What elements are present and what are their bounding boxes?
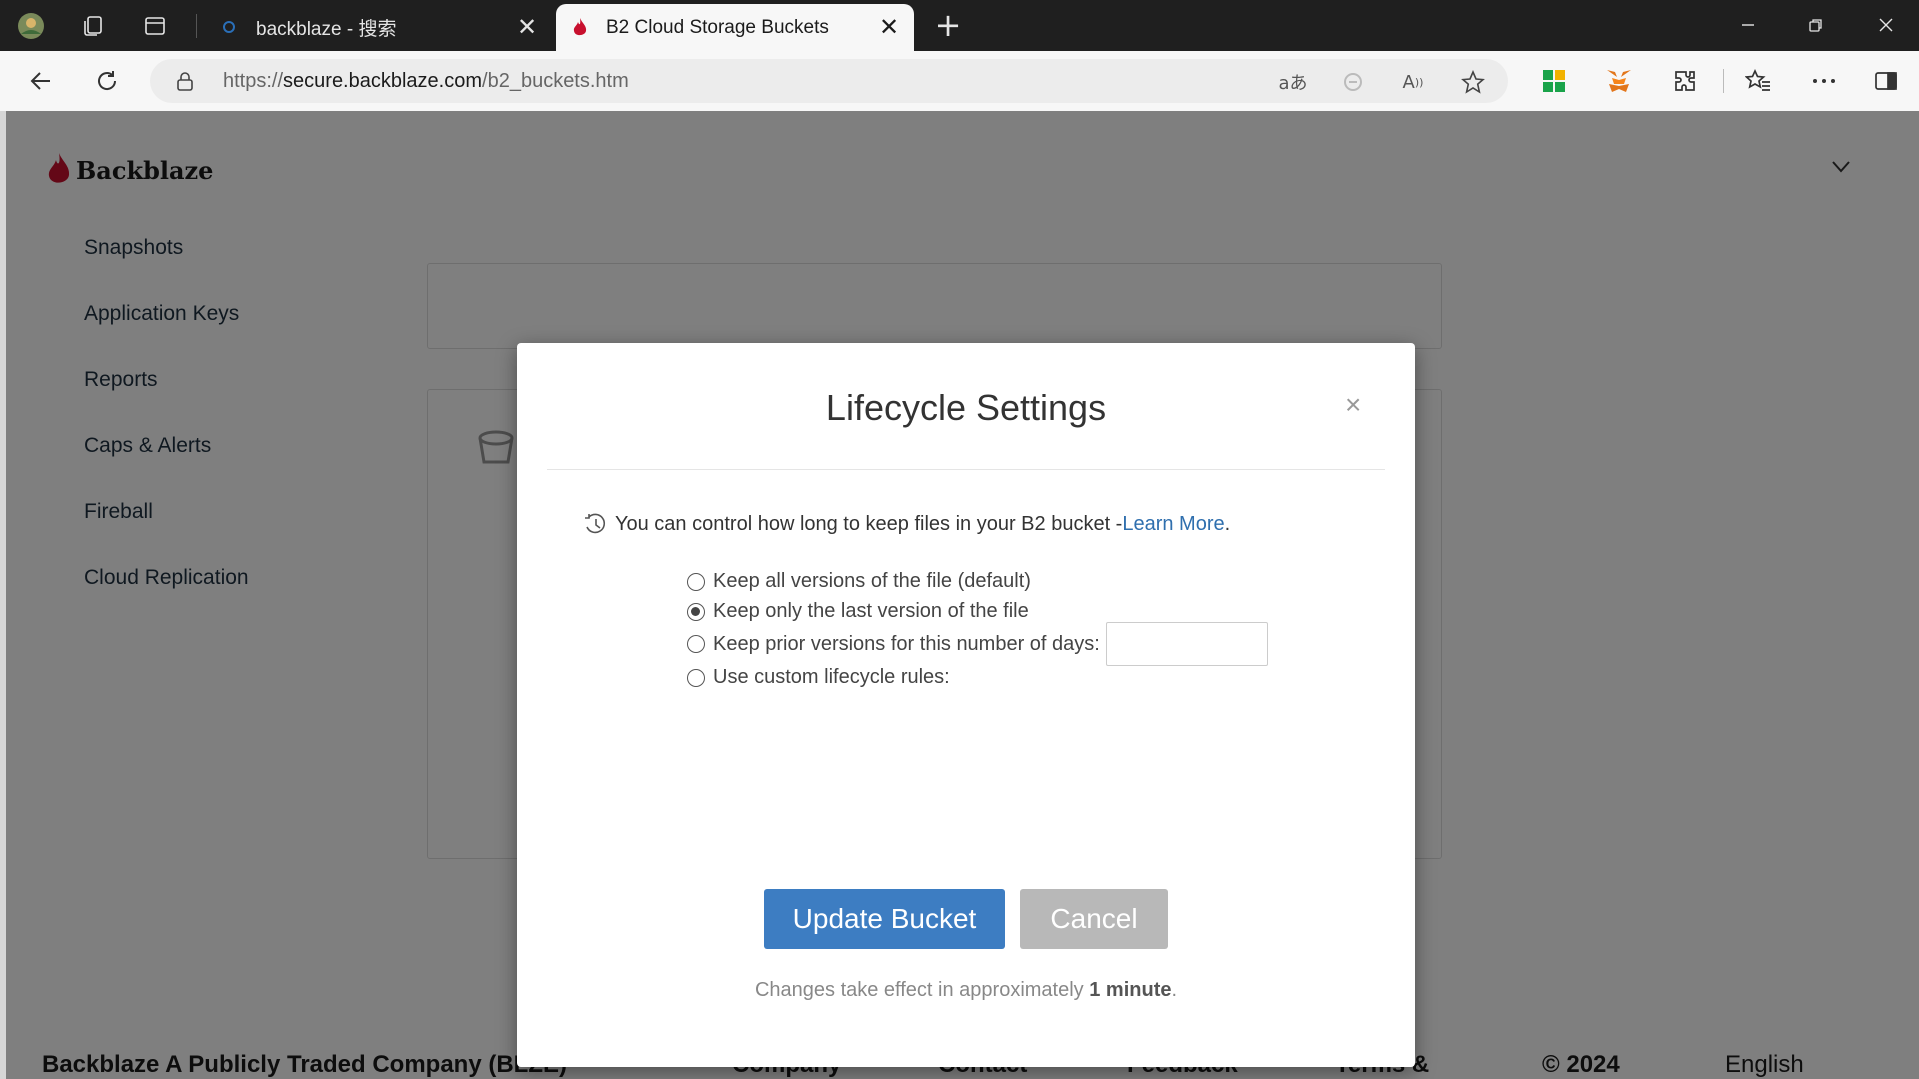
note-suffix: . xyxy=(1171,979,1178,1001)
metamask-fox-icon[interactable] xyxy=(1603,65,1635,97)
favorite-star-icon[interactable] xyxy=(1458,68,1488,96)
option-label: Use custom lifecycle rules: xyxy=(713,666,950,688)
restore-icon[interactable] xyxy=(1796,8,1836,42)
url-host: secure.backblaze.com xyxy=(283,70,483,92)
lifecycle-intro: You can control how long to keep files i… xyxy=(583,511,1230,537)
tab-backblaze-search[interactable]: backblaze - 搜索 ✕ xyxy=(206,4,552,51)
read-aloud-icon[interactable]: A)) xyxy=(1398,68,1428,96)
profile-avatar-icon[interactable] xyxy=(16,11,46,41)
close-window-icon[interactable] xyxy=(1866,8,1906,42)
refresh-icon[interactable] xyxy=(88,62,126,100)
tab-title: B2 Cloud Storage Buckets xyxy=(606,16,829,38)
option-custom-lifecycle-rules[interactable]: Use custom lifecycle rules: xyxy=(687,666,950,689)
extensions-icon[interactable] xyxy=(1669,65,1701,97)
note-duration: 1 minute xyxy=(1089,979,1172,1001)
url-scheme: https:// xyxy=(223,70,284,92)
new-tab-icon[interactable]: + xyxy=(932,9,964,42)
option-label: Keep all versions of the file (default) xyxy=(713,570,1031,592)
address-bar[interactable]: https://secure.backblaze.com/b2_buckets.… xyxy=(150,59,1508,103)
more-icon[interactable] xyxy=(1808,65,1840,97)
page-content: Backblaze Snapshots Application Keys Rep… xyxy=(6,111,1919,1079)
option-keep-last-version[interactable]: Keep only the last version of the file xyxy=(687,600,1029,623)
lifecycle-settings-dialog: Lifecycle Settings × You can control how… xyxy=(517,343,1415,1067)
option-label: Keep only the last version of the file xyxy=(713,600,1029,622)
cancel-button[interactable]: Cancel xyxy=(1020,889,1168,949)
tab-divider xyxy=(196,14,197,38)
toolbar-divider xyxy=(1723,69,1724,93)
option-label: Keep prior versions for this number of d… xyxy=(713,632,1100,655)
radio-custom-lifecycle-rules[interactable] xyxy=(687,668,705,687)
modal-title: Lifecycle Settings xyxy=(825,387,1107,428)
option-keep-all-versions[interactable]: Keep all versions of the file (default) xyxy=(687,570,1031,593)
url-path: /b2_buckets.htm xyxy=(482,70,629,92)
back-icon[interactable] xyxy=(22,62,60,100)
radio-keep-last-version[interactable] xyxy=(687,602,705,621)
browser-toolbar: https://secure.backblaze.com/b2_buckets.… xyxy=(0,51,1919,111)
tab-title: backblaze - 搜索 xyxy=(256,19,397,40)
close-tab-icon[interactable]: ✕ xyxy=(874,13,904,43)
history-clock-icon xyxy=(585,513,606,534)
translate-icon[interactable]: aあ xyxy=(1278,68,1308,96)
intro-suffix: . xyxy=(1224,512,1231,535)
url-text[interactable]: https://secure.backblaze.com/b2_buckets.… xyxy=(223,70,629,93)
modal-divider xyxy=(547,469,1385,470)
effect-note: Changes take effect in approximately 1 m… xyxy=(517,979,1415,1002)
learn-more-link[interactable]: Learn More xyxy=(1122,513,1224,536)
radio-keep-prior-versions-days[interactable] xyxy=(687,635,705,653)
intro-text: You can control how long to keep files i… xyxy=(615,512,1123,535)
days-input[interactable] xyxy=(1105,622,1268,666)
extension-grid-icon[interactable] xyxy=(1538,65,1570,97)
tab-b2-cloud-storage-buckets[interactable]: B2 Cloud Storage Buckets ✕ xyxy=(556,4,914,51)
browser-tab-bar: backblaze - 搜索 ✕ B2 Cloud Storage Bucket… xyxy=(0,0,1919,51)
tab-actions-icon[interactable] xyxy=(140,11,170,41)
collections-icon[interactable] xyxy=(78,11,108,41)
update-bucket-button[interactable]: Update Bucket xyxy=(764,889,1005,949)
minimize-icon[interactable] xyxy=(1728,8,1768,42)
close-tab-icon[interactable]: ✕ xyxy=(512,13,542,43)
favorites-icon[interactable] xyxy=(1742,65,1774,97)
radio-keep-all-versions[interactable] xyxy=(687,572,705,591)
lock-icon[interactable] xyxy=(176,71,194,95)
close-icon[interactable]: × xyxy=(1345,389,1361,421)
search-favicon-icon xyxy=(220,18,240,38)
option-keep-prior-versions-days[interactable]: Keep prior versions for this number of d… xyxy=(687,622,1268,666)
edge-sync-icon[interactable] xyxy=(1338,68,1368,96)
sidebar-icon[interactable] xyxy=(1870,65,1902,97)
backblaze-flame-favicon-icon xyxy=(570,17,590,38)
note-prefix: Changes take effect in approximately xyxy=(754,979,1090,1001)
